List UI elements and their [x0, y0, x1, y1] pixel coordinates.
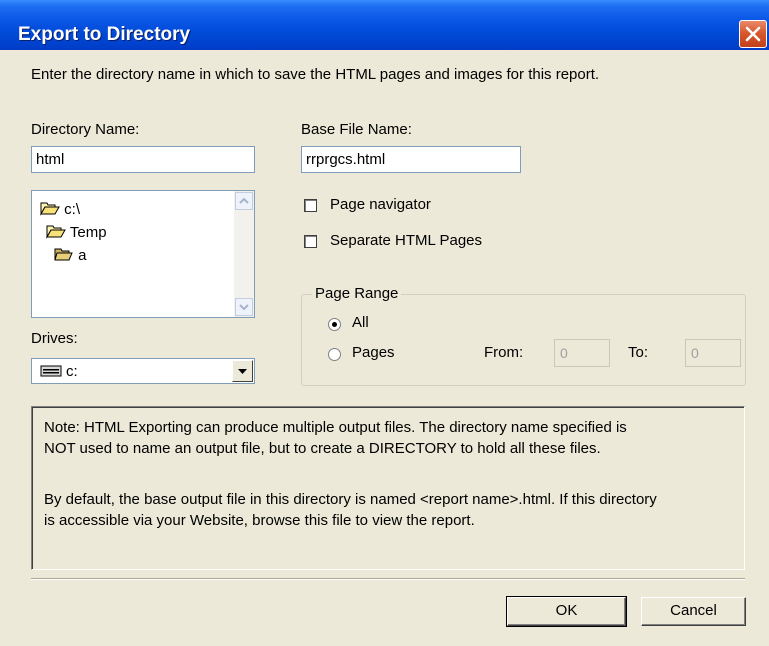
- close-icon: [745, 26, 761, 42]
- tree-item-temp[interactable]: Temp: [46, 223, 107, 241]
- radio-selected-dot: [332, 322, 337, 327]
- to-label: To:: [628, 344, 649, 361]
- tree-item-a[interactable]: a: [54, 246, 87, 264]
- note-line-2: NOT used to name an output file, but to …: [44, 440, 601, 457]
- note-line-1: Note: HTML Exporting can produce multipl…: [44, 419, 627, 436]
- open-folder-icon: [40, 202, 60, 216]
- separate-pages-checkbox[interactable]: [304, 235, 317, 248]
- drive-icon: [40, 365, 62, 377]
- note-panel: Note: HTML Exporting can produce multipl…: [31, 406, 745, 570]
- drives-dropdown-button[interactable]: [232, 360, 253, 382]
- directory-name-input[interactable]: html: [31, 146, 255, 173]
- to-input[interactable]: 0: [685, 339, 741, 367]
- window-title: Export to Directory: [18, 24, 191, 45]
- page-navigator-label: Page navigator: [330, 196, 431, 213]
- open-folder-icon: [46, 225, 66, 239]
- from-input[interactable]: 0: [554, 339, 610, 367]
- page-navigator-checkbox[interactable]: [304, 199, 317, 212]
- title-bar[interactable]: Export to Directory: [0, 0, 769, 50]
- chevron-down-icon: [239, 304, 249, 311]
- dropdown-arrow-icon: [238, 369, 247, 374]
- tree-item-root[interactable]: c:\: [40, 200, 80, 218]
- close-button[interactable]: [739, 20, 767, 48]
- folder-icon: [54, 248, 73, 261]
- scroll-up-button[interactable]: [235, 192, 253, 210]
- tree-item-label: Temp: [69, 224, 107, 241]
- page-range-legend: Page Range: [312, 285, 402, 302]
- tree-item-label: a: [78, 247, 87, 264]
- page-range-group: [301, 294, 746, 386]
- directory-tree-list[interactable]: c:\ Temp a: [31, 190, 255, 318]
- drive-value: c:: [66, 363, 78, 380]
- from-label: From:: [484, 344, 524, 361]
- pages-radio[interactable]: [328, 348, 341, 361]
- drives-label: Drives:: [31, 330, 78, 347]
- cancel-button[interactable]: Cancel: [641, 597, 746, 626]
- all-radio-label: All: [352, 314, 369, 331]
- ok-button[interactable]: OK: [506, 596, 627, 627]
- base-file-input[interactable]: rrprgcs.html: [301, 146, 521, 173]
- all-radio[interactable]: [328, 318, 341, 331]
- tree-item-label: c:\: [64, 201, 81, 218]
- tree-scrollbar[interactable]: [234, 191, 254, 317]
- separate-pages-label: Separate HTML Pages: [330, 232, 483, 249]
- scroll-down-button[interactable]: [235, 298, 253, 316]
- intro-text: Enter the directory name in which to sav…: [31, 66, 600, 83]
- chevron-up-icon: [239, 197, 249, 204]
- drives-select[interactable]: c:: [31, 358, 255, 384]
- note-line-3: By default, the base output file in this…: [44, 491, 657, 508]
- base-file-label: Base File Name:: [301, 121, 412, 138]
- export-dialog: Export to Directory Enter the directory …: [0, 0, 769, 646]
- separator: [31, 578, 745, 580]
- note-line-4: is accessible via your Website, browse t…: [44, 512, 475, 529]
- directory-name-label: Directory Name:: [31, 121, 140, 138]
- pages-radio-label: Pages: [352, 344, 395, 361]
